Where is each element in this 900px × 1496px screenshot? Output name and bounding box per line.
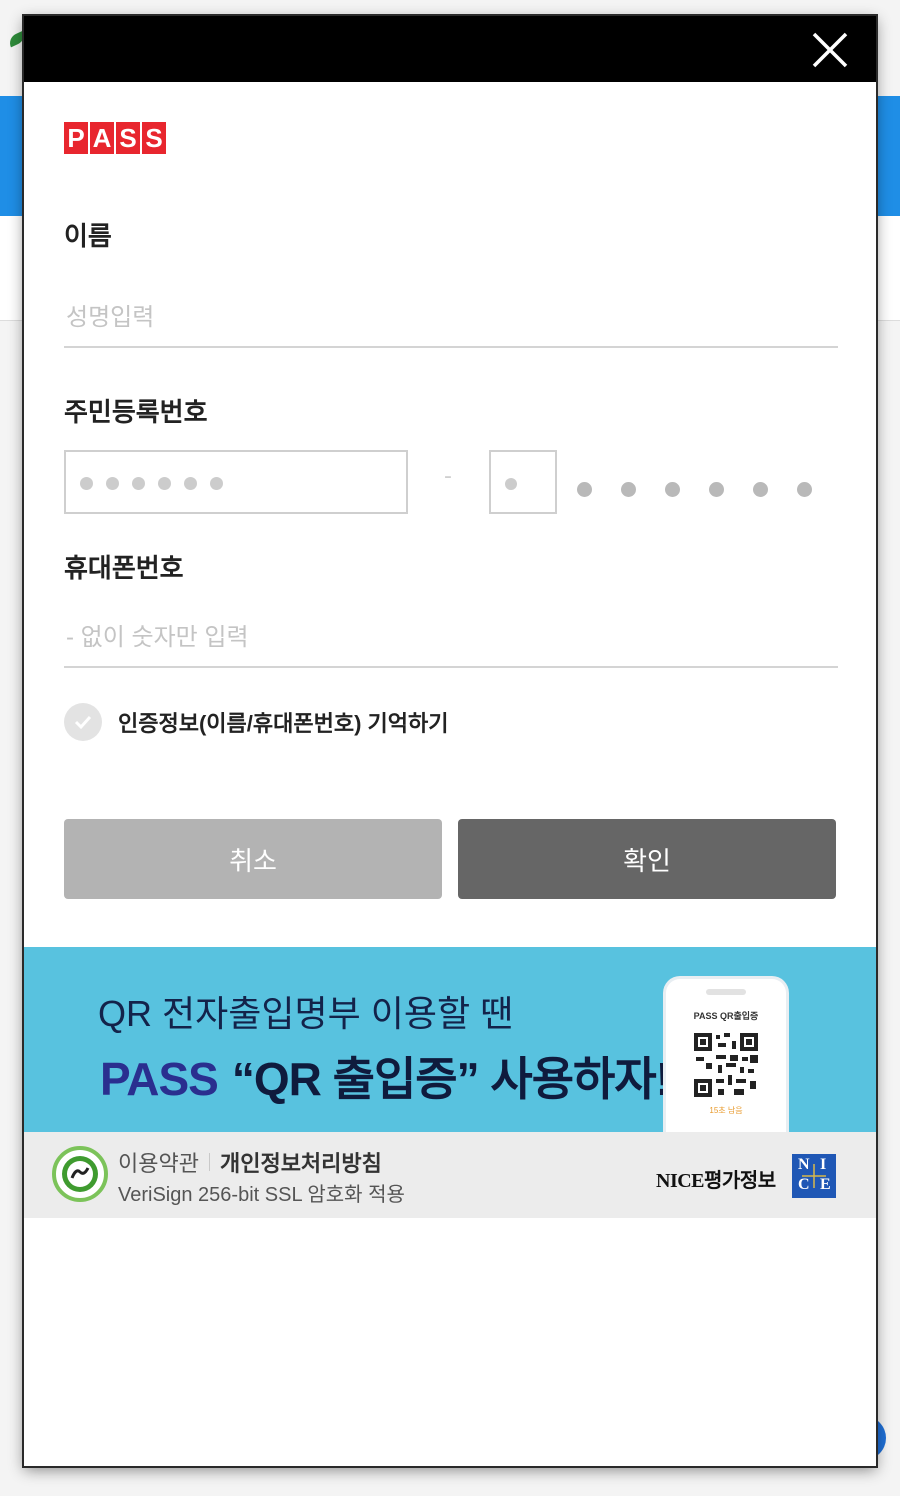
qr-code-icon <box>694 1033 758 1097</box>
rrn-separator: - <box>444 464 452 489</box>
rrn-front-input[interactable] <box>64 450 408 514</box>
pass-logo-letter: S <box>142 122 166 154</box>
provider-name: NICE평가정보 <box>656 1170 776 1192</box>
name-input[interactable] <box>64 290 838 348</box>
footer-links: 이용약관 개인정보처리방침 <box>118 1146 382 1178</box>
banner-subheadline: PASS “QR 출입증” 사용하자! <box>100 1043 671 1109</box>
pass-logo-letter: A <box>90 122 114 154</box>
checkmark-icon <box>64 703 102 741</box>
masked-digit-dot <box>621 482 636 497</box>
phone-screen-title: PASS QR출입증 <box>693 1011 759 1021</box>
terms-link[interactable]: 이용약관 <box>118 1146 199 1178</box>
rrn-back-masked <box>577 482 812 497</box>
phone-mockup: PASS QR출입증 15초 남음 <box>666 979 786 1132</box>
masked-digit-dot <box>505 478 517 490</box>
phone-notch <box>706 989 746 995</box>
masked-digit-dot <box>665 482 680 497</box>
masked-digit-dot <box>709 482 724 497</box>
pass-logo: P A S S <box>64 122 166 154</box>
banner-slogan: “QR 출입증” 사용하자! <box>231 1053 671 1105</box>
remember-checkbox[interactable]: 인증정보(이름/휴대폰번호) 기억하기 <box>64 703 448 741</box>
masked-digit-dot <box>184 477 197 490</box>
qr-promo-banner[interactable]: QR 전자출입명부 이용할 땐 PASS “QR 출입증” 사용하자! PASS … <box>24 947 876 1132</box>
nice-logo-cross <box>802 1164 826 1188</box>
pass-logo-letter: P <box>64 122 88 154</box>
phone-label: 휴대폰번호 <box>64 553 184 583</box>
close-icon <box>812 32 848 68</box>
pass-logo-letter: S <box>116 122 140 154</box>
masked-digit-dot <box>210 477 223 490</box>
modal-footer: 이용약관 개인정보처리방침 VeriSign 256-bit SSL 암호화 적… <box>24 1132 876 1218</box>
privacy-policy-link[interactable]: 개인정보처리방침 <box>220 1146 382 1178</box>
modal-header-bar <box>24 16 876 82</box>
rrn-gender-digit-input[interactable] <box>489 450 557 514</box>
banner-headline: QR 전자출입명부 이용할 땐 <box>98 993 514 1034</box>
pass-auth-modal: P A S S 이름 주민등록번호 - 휴대폰번호 <box>24 16 876 1466</box>
name-label: 이름 <box>64 221 112 251</box>
masked-digit-dot <box>132 477 145 490</box>
banner-brand: PASS <box>100 1053 219 1105</box>
masked-digit-dot <box>797 482 812 497</box>
cancel-button[interactable]: 취소 <box>64 819 442 899</box>
nice-logo: N I C E <box>792 1154 836 1198</box>
confirm-button[interactable]: 확인 <box>458 819 836 899</box>
close-button[interactable] <box>810 30 850 70</box>
masked-digit-dot <box>753 482 768 497</box>
remember-label: 인증정보(이름/휴대폰번호) 기억하기 <box>118 711 449 736</box>
phone-timer: 15초 남음 <box>709 1106 743 1115</box>
masked-digit-dot <box>106 477 119 490</box>
rrn-label: 주민등록번호 <box>64 397 208 427</box>
link-divider <box>208 1153 210 1171</box>
security-seal-icon <box>52 1146 108 1202</box>
phone-input[interactable] <box>64 610 838 668</box>
masked-digit-dot <box>158 477 171 490</box>
masked-digit-dot <box>80 477 93 490</box>
masked-digit-dot <box>577 482 592 497</box>
ssl-notice: VeriSign 256-bit SSL 암호화 적용 <box>118 1184 405 1206</box>
